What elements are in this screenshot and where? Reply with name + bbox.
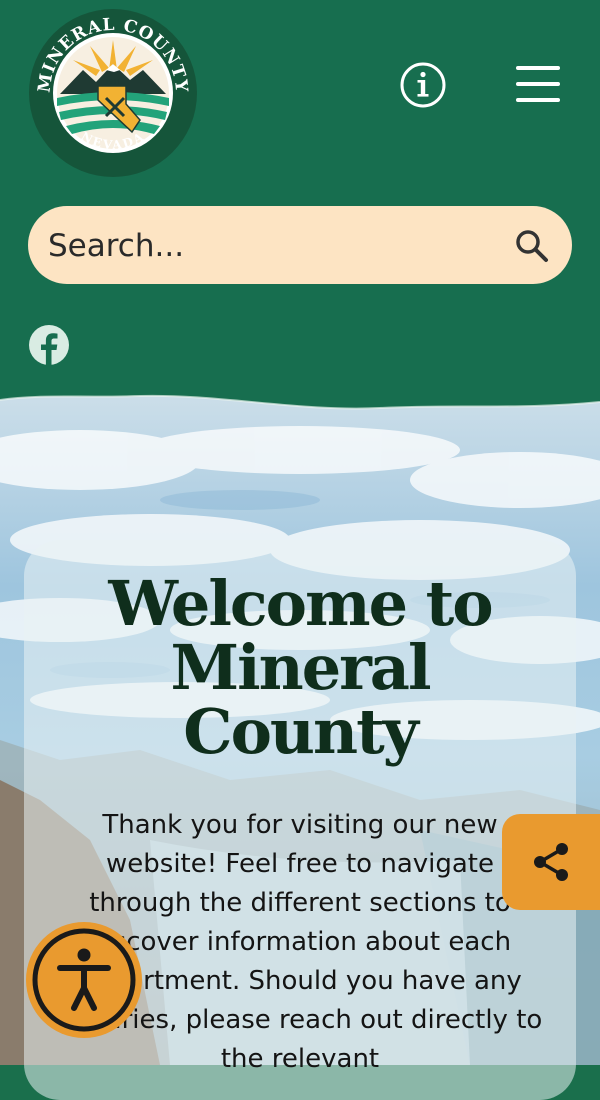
share-icon [534, 843, 568, 881]
search-bar [28, 206, 572, 284]
title-line-3: County [183, 695, 419, 768]
page-title: Welcome to Mineral County [24, 572, 576, 764]
header-wave-divider [0, 380, 600, 410]
search-icon[interactable] [512, 226, 552, 266]
title-line-1: Welcome to [108, 567, 493, 640]
county-seal-logo[interactable]: 1911 MINERAL COUNTY NEVADA [28, 8, 198, 178]
share-button[interactable] [502, 814, 600, 910]
site-header: 1911 MINERAL COUNTY NEVADA [0, 0, 600, 420]
hamburger-menu-icon[interactable] [514, 64, 562, 104]
search-input[interactable] [46, 216, 500, 276]
accessibility-icon [32, 928, 136, 1032]
facebook-icon[interactable] [28, 324, 70, 366]
title-line-2: Mineral [170, 631, 431, 704]
svg-text:1911: 1911 [105, 79, 120, 86]
info-icon[interactable] [400, 62, 446, 108]
accessibility-button[interactable] [26, 922, 142, 1038]
